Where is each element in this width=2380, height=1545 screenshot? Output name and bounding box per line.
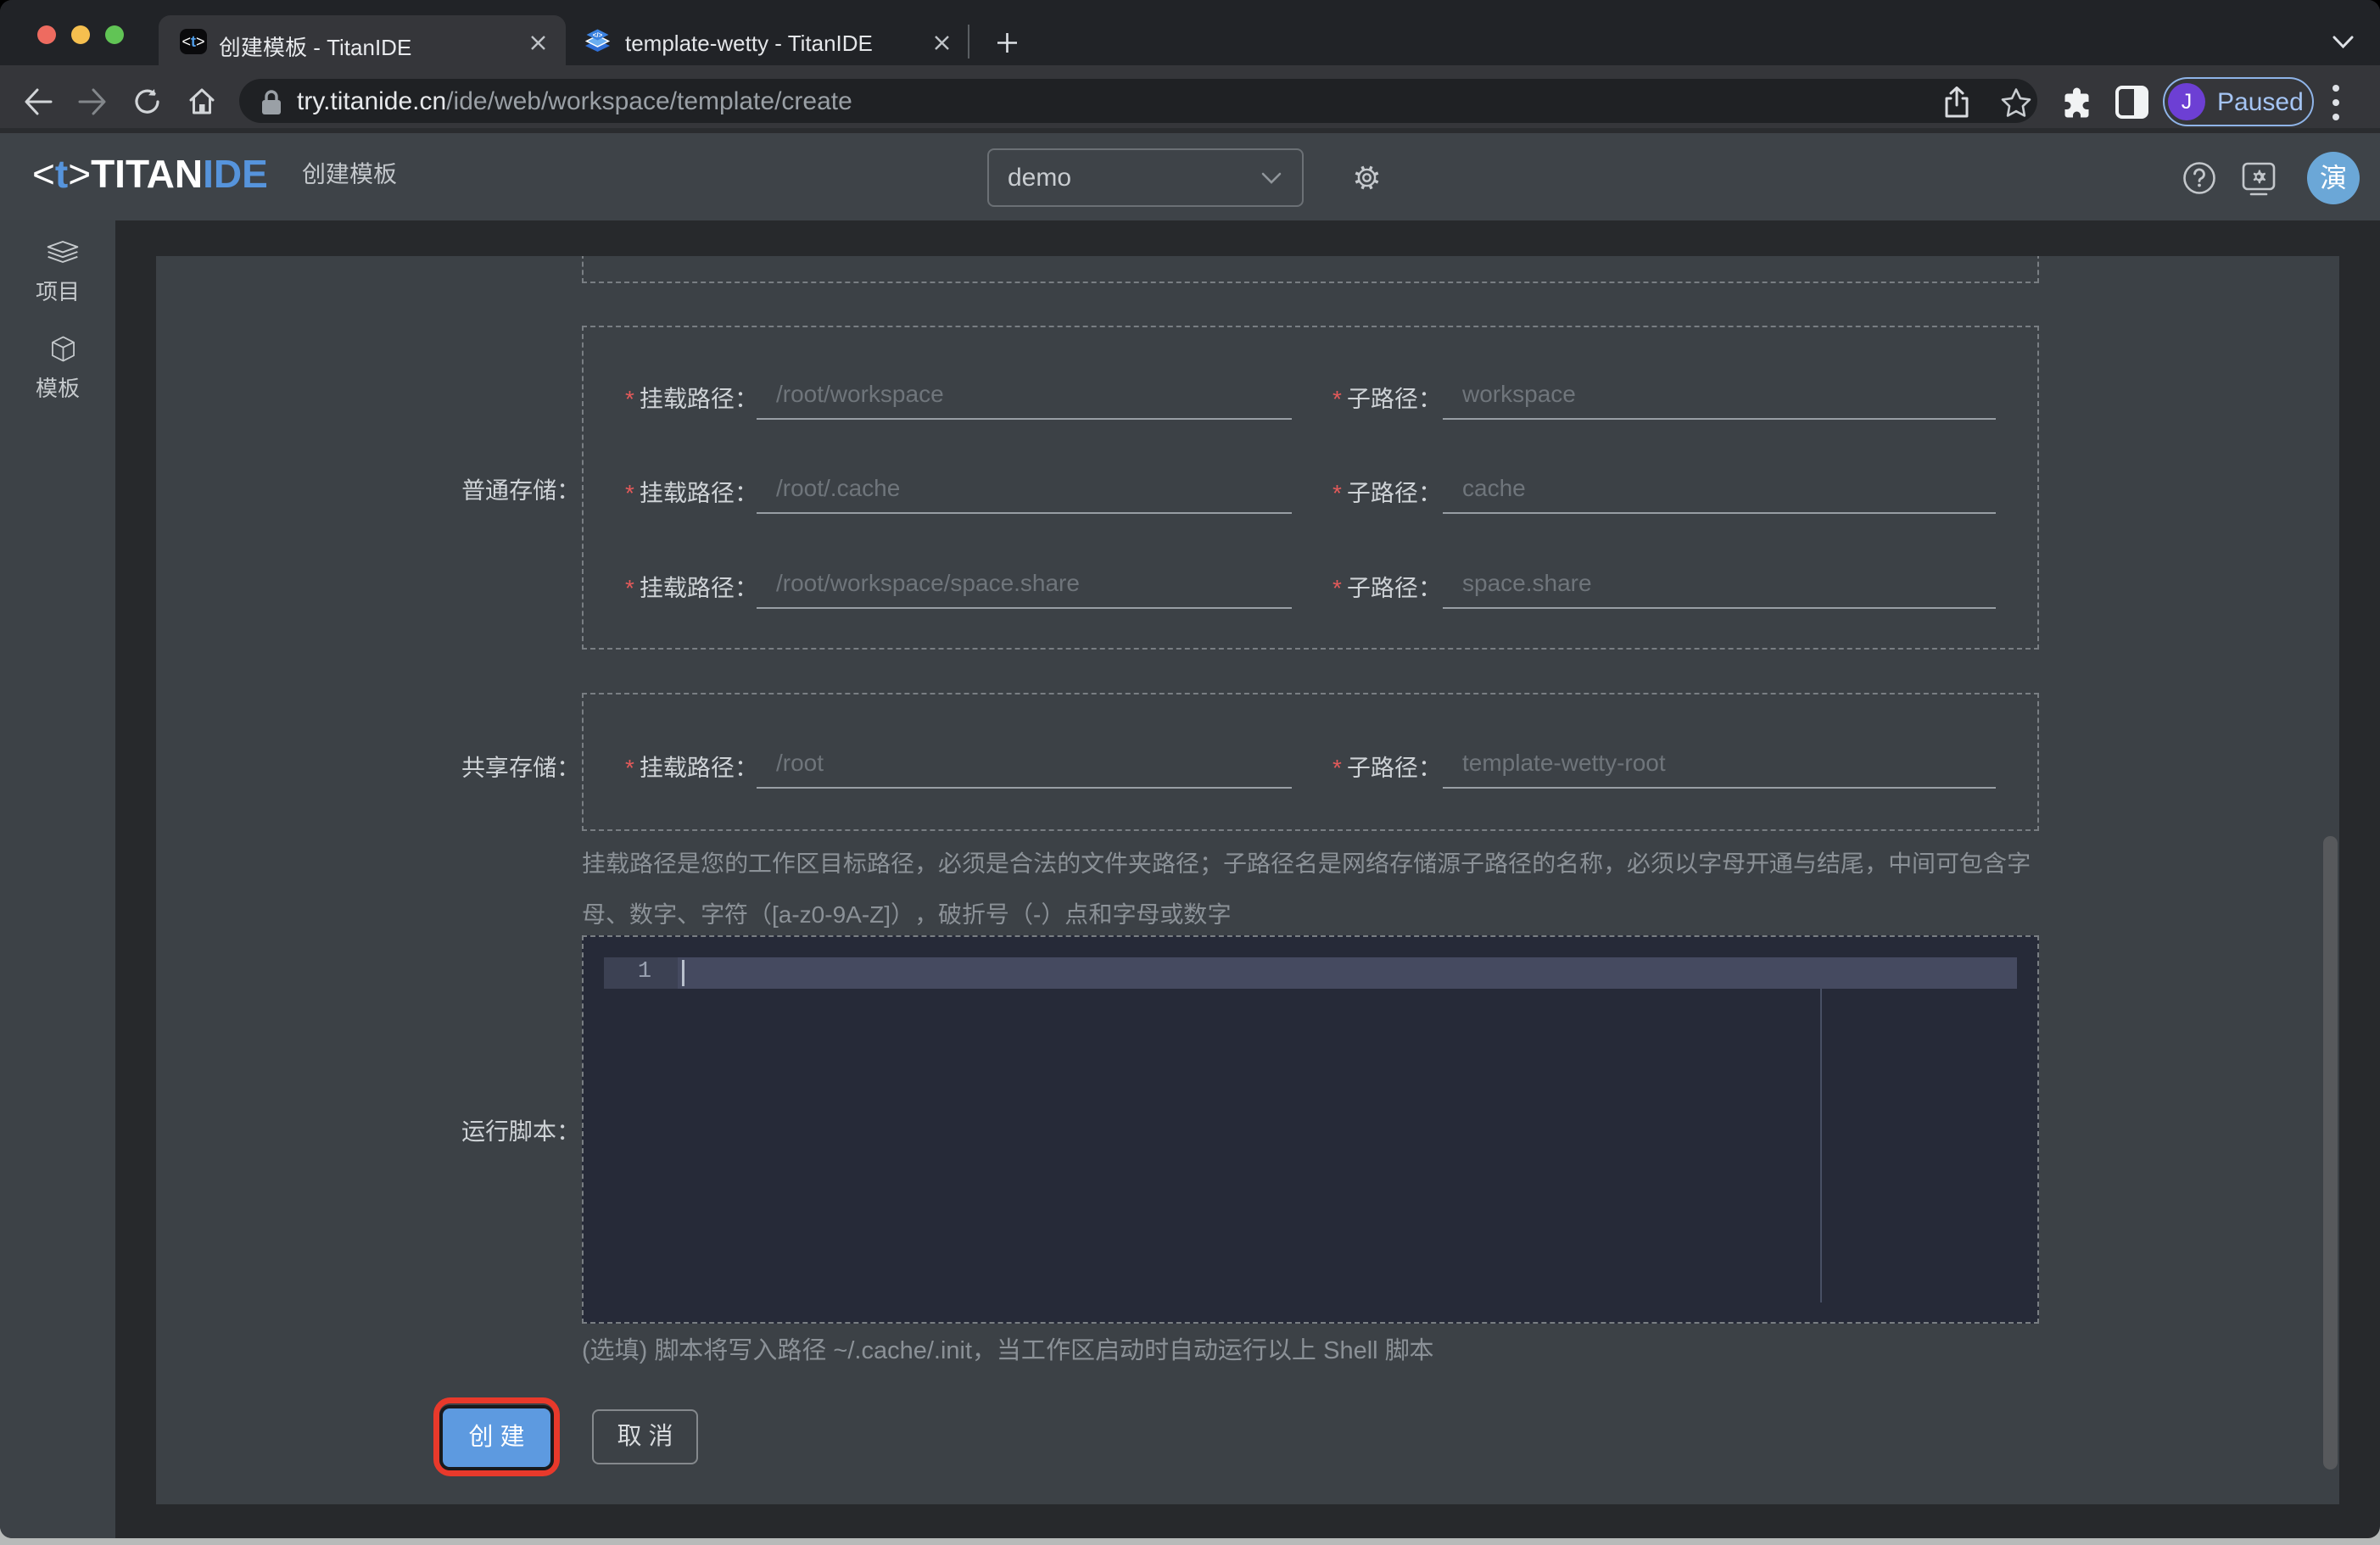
svg-text:</>: </>: [593, 31, 603, 39]
